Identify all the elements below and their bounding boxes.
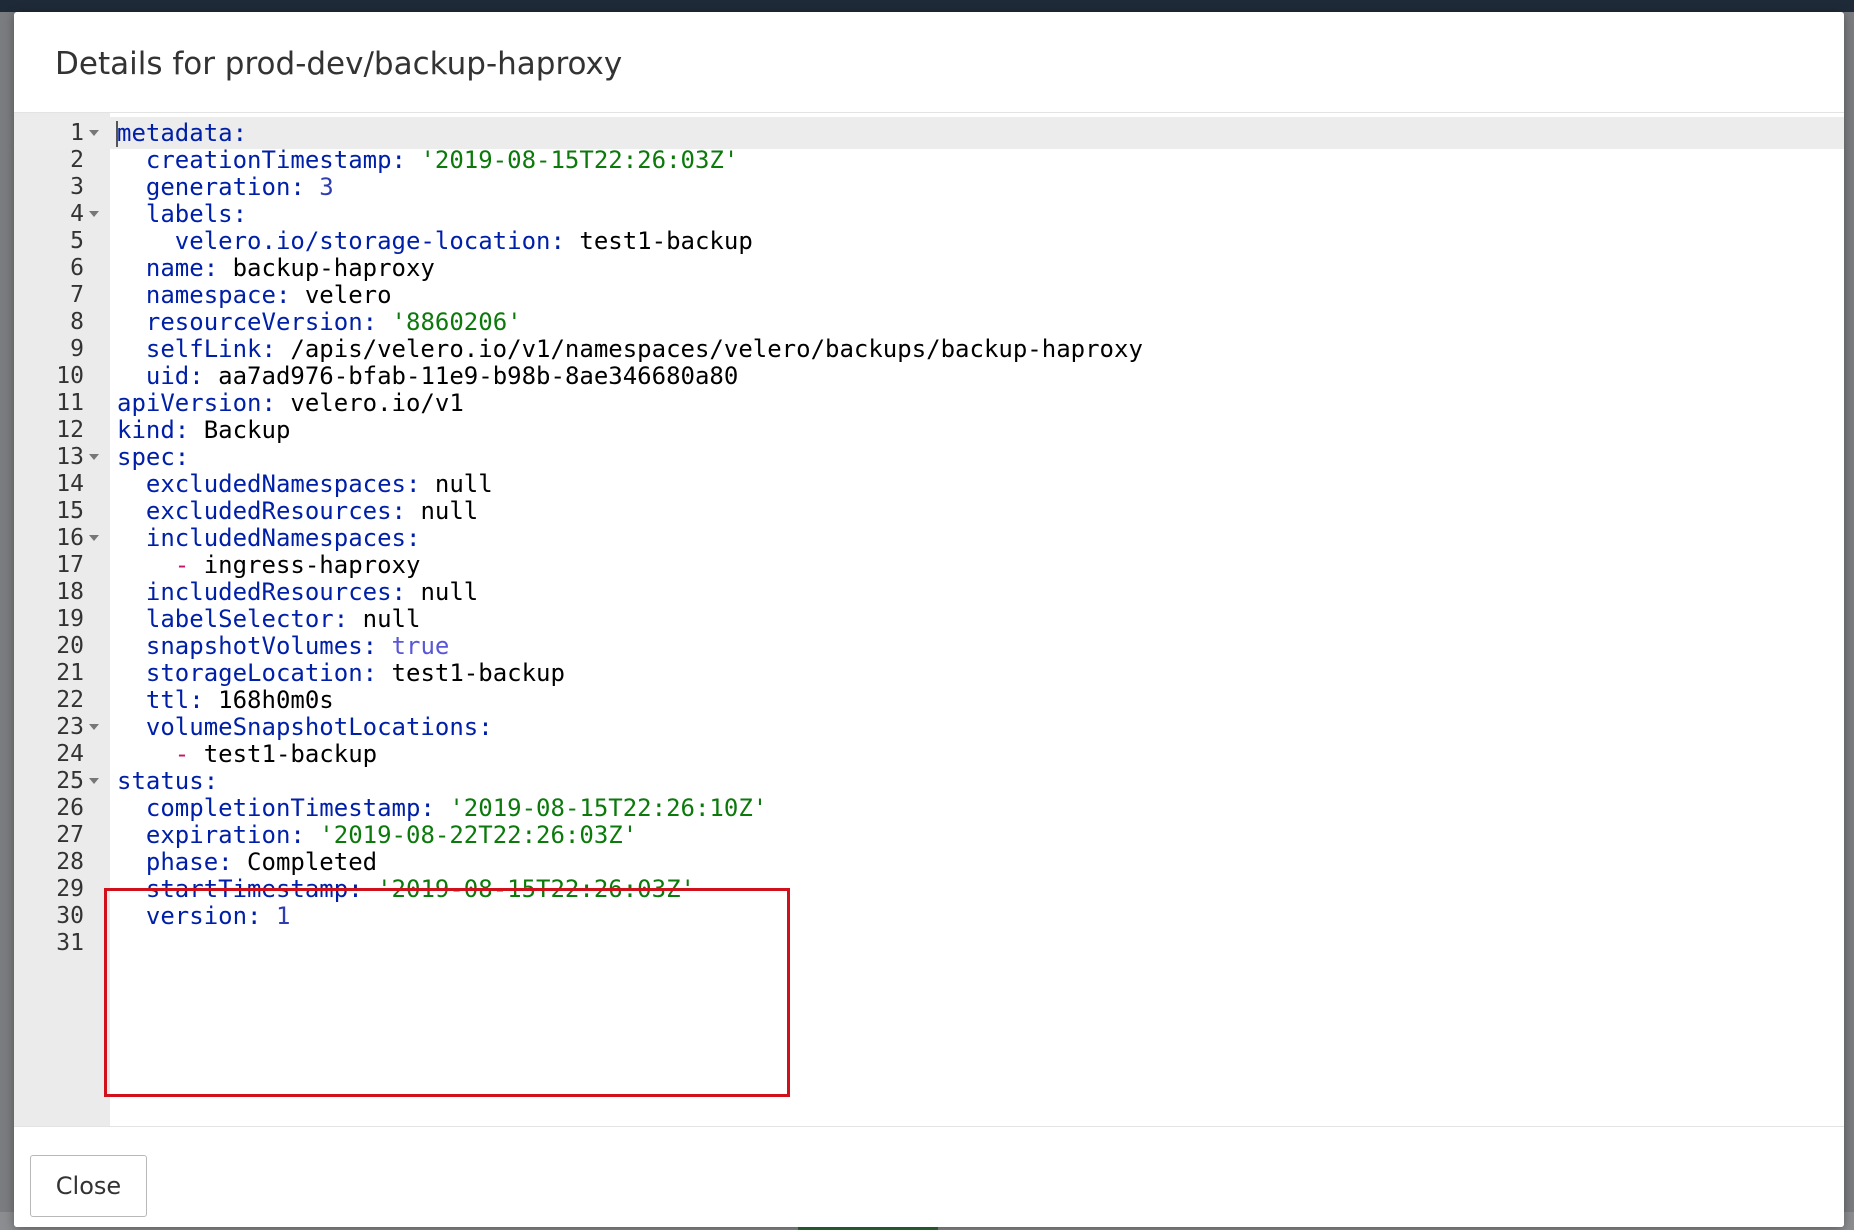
yaml-editor[interactable]: 1 metadata: 2 creationTimestamp: '2019-08-… <box>14 113 1844 1126</box>
code-token: completionTimestamp: <box>117 794 450 822</box>
code-token: true <box>391 632 450 660</box>
code-token: test1-backup <box>579 227 753 255</box>
code-token: - <box>174 740 190 768</box>
code-token: Backup <box>203 416 291 444</box>
code-token: backup-haproxy <box>232 254 435 282</box>
code-token: labels: <box>117 200 248 228</box>
code-token: null <box>362 605 421 633</box>
code-token: excludedNamespaces: <box>117 470 435 498</box>
code-token: includedNamespaces: <box>117 524 421 552</box>
code-token: null <box>420 578 479 606</box>
code-token: uid: <box>117 362 219 390</box>
code-token: status: <box>117 767 219 795</box>
code-token: '2019-08-15T22:26:10Z' <box>449 794 768 822</box>
code-token: ttl: <box>117 686 219 714</box>
code-token: apiVersion: <box>117 389 291 417</box>
code-token: Completed <box>247 848 378 876</box>
code-token: ingress-haproxy <box>189 551 421 579</box>
code-token: spec: <box>117 443 190 471</box>
code-line[interactable]: 31 <box>14 927 1844 959</box>
code-token: null <box>420 497 479 525</box>
code-token: expiration: <box>117 821 320 849</box>
code-token: '2019-08-15T22:26:03Z' <box>377 875 695 903</box>
fold-arrow-icon[interactable] <box>89 778 99 784</box>
code-token: includedResources: <box>117 578 421 606</box>
fold-arrow-icon[interactable] <box>89 211 99 217</box>
code-token: metadata: <box>117 119 248 147</box>
code-token: /apis/velero.io/v1/namespaces/velero/bac… <box>290 335 1143 363</box>
line-number: 31 <box>56 930 84 956</box>
code-token: - <box>174 551 190 579</box>
code-token: namespace: <box>117 281 305 309</box>
fold-arrow-icon[interactable] <box>89 535 99 541</box>
fold-arrow-icon[interactable] <box>89 454 99 460</box>
code-token: storageLocation: <box>117 659 392 687</box>
code-token: name: <box>117 254 233 282</box>
code-token: aa7ad976-bfab-11e9-b98b-8ae346680a80 <box>218 362 739 390</box>
code-token: '2019-08-15T22:26:03Z' <box>420 146 739 174</box>
code-token: 168h0m0s <box>218 686 334 714</box>
code-token: version: <box>117 902 276 930</box>
code-token: creationTimestamp: <box>117 146 421 174</box>
code-token: snapshotVolumes: <box>117 632 392 660</box>
code-token: resourceVersion: <box>117 308 392 336</box>
modal-title: Details for prod-dev/backup-haproxy <box>55 46 623 82</box>
code-token: generation: <box>117 173 320 201</box>
code-token: velero.io/storage-location: <box>117 227 580 255</box>
code-token: startTimestamp: <box>117 875 378 903</box>
modal-footer: Close <box>14 1126 1844 1227</box>
code-token: kind: <box>117 416 204 444</box>
code-token: velero <box>304 281 392 309</box>
code-token: test1-backup <box>189 740 378 768</box>
code-token: labelSelector: <box>117 605 363 633</box>
code-token: test1-backup <box>391 659 565 687</box>
code-token: null <box>434 470 493 498</box>
code-token: velero.io/v1 <box>290 389 464 417</box>
code-token: 3 <box>319 173 334 201</box>
code-token: 1 <box>275 902 291 930</box>
fold-arrow-icon[interactable] <box>89 130 99 136</box>
code-token: volumeSnapshotLocations: <box>117 713 493 741</box>
code-token: '8860206' <box>391 308 522 336</box>
close-button[interactable]: Close <box>30 1155 147 1217</box>
modal-header: Details for prod-dev/backup-haproxy <box>14 12 1844 113</box>
code-token: selfLink: <box>117 335 291 363</box>
app-topbar <box>0 0 1854 12</box>
details-modal: Details for prod-dev/backup-haproxy 1 met… <box>14 12 1844 1227</box>
code-token: excludedResources: <box>117 497 421 525</box>
fold-arrow-icon[interactable] <box>89 724 99 730</box>
code-token: '2019-08-22T22:26:03Z' <box>319 821 638 849</box>
code-token: phase: <box>117 848 248 876</box>
